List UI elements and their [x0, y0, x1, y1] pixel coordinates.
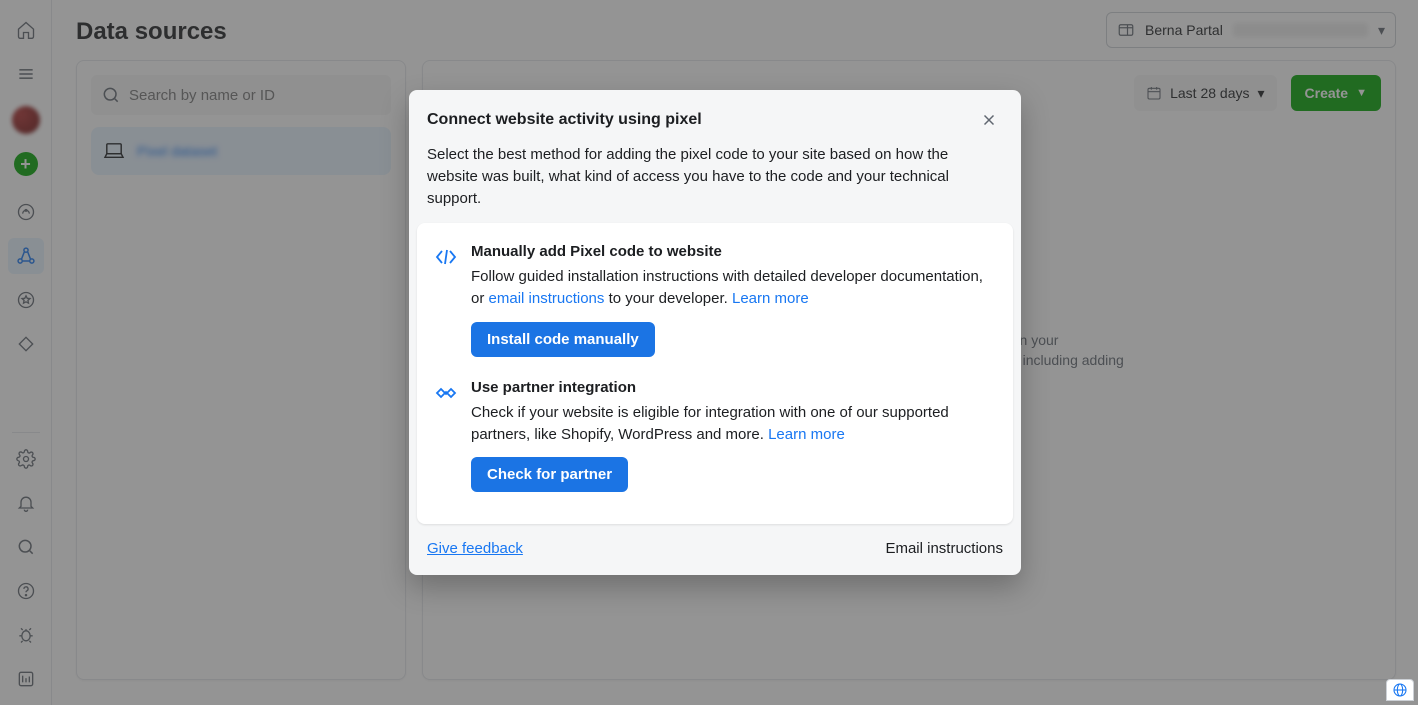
language-button[interactable]: [1386, 679, 1414, 701]
check-for-partner-button[interactable]: Check for partner: [471, 457, 628, 492]
learn-more-link[interactable]: Learn more: [732, 290, 809, 307]
handshake-icon: [434, 381, 458, 405]
code-icon: [434, 245, 458, 269]
option-partner-title: Use partner integration: [471, 379, 997, 396]
option-partner: Use partner integration Check if your we…: [431, 373, 999, 509]
option-manual-description: Follow guided installation instructions …: [471, 266, 997, 310]
option-manual: Manually add Pixel code to website Follo…: [431, 239, 999, 373]
option-partner-description: Check if your website is eligible for in…: [471, 402, 997, 446]
option-manual-title: Manually add Pixel code to website: [471, 243, 997, 260]
close-icon: [980, 111, 998, 129]
email-instructions-link[interactable]: email instructions: [489, 290, 605, 307]
give-feedback-link[interactable]: Give feedback: [427, 540, 523, 557]
modal-options-card: Manually add Pixel code to website Follo…: [417, 223, 1013, 524]
learn-more-link[interactable]: Learn more: [768, 426, 845, 443]
modal-intro: Select the best method for adding the pi…: [409, 142, 1021, 223]
email-instructions-footer-link[interactable]: Email instructions: [885, 540, 1003, 557]
globe-icon: [1392, 682, 1408, 698]
connect-pixel-modal: Connect website activity using pixel Sel…: [409, 90, 1021, 575]
close-button[interactable]: [975, 106, 1003, 134]
modal-title: Connect website activity using pixel: [427, 111, 702, 129]
install-code-manually-button[interactable]: Install code manually: [471, 322, 655, 357]
